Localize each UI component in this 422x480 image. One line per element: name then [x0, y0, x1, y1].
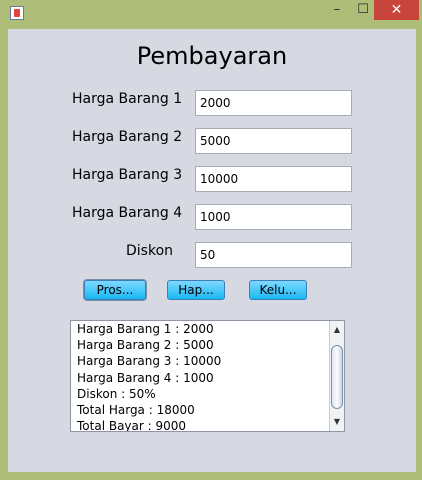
vertical-scrollbar[interactable]: ▲ ▼	[329, 321, 344, 431]
page-title: Pembayaran	[136, 42, 288, 70]
harga-barang-1-input[interactable]	[195, 90, 352, 116]
label-harga-barang-4: Harga Barang 4	[72, 205, 183, 221]
harga-barang-3-input[interactable]	[195, 166, 352, 192]
scroll-down-icon[interactable]: ▼	[330, 415, 344, 429]
label-harga-barang-2: Harga Barang 2	[72, 129, 183, 145]
output-line: Harga Barang 2 : 5000	[77, 338, 214, 353]
output-text: Harga Barang 1 : 2000 Harga Barang 2 : 5…	[77, 321, 222, 432]
label-harga-barang-3: Harga Barang 3	[72, 167, 183, 183]
output-line: Harga Barang 3 : 10000	[77, 354, 222, 369]
maximize-button[interactable]: ☐	[350, 0, 376, 20]
output-line: Diskon : 50%	[77, 386, 156, 401]
diskon-input[interactable]	[195, 242, 352, 268]
output-line: Harga Barang 1 : 2000	[77, 322, 214, 336]
minimize-button[interactable]: –	[324, 0, 350, 20]
java-icon	[10, 6, 24, 20]
title-bar: – ☐ ✕	[0, 0, 422, 28]
output-textarea[interactable]: Harga Barang 1 : 2000 Harga Barang 2 : 5…	[70, 320, 345, 432]
output-line: Harga Barang 4 : 1000	[77, 370, 214, 385]
delete-button[interactable]: Hap...	[167, 280, 225, 300]
exit-button[interactable]: Kelu...	[249, 280, 307, 300]
form-panel: Pembayaran Harga Barang 1 Harga Barang 2…	[8, 29, 416, 472]
output-line: Total Bayar : 9000	[77, 419, 187, 432]
process-button[interactable]: Pros...	[84, 280, 146, 300]
label-diskon: Diskon	[126, 243, 174, 259]
label-harga-barang-1: Harga Barang 1	[72, 91, 183, 107]
scroll-up-icon[interactable]: ▲	[330, 323, 344, 337]
close-button[interactable]: ✕	[374, 0, 419, 20]
harga-barang-4-input[interactable]	[195, 204, 352, 230]
harga-barang-2-input[interactable]	[195, 128, 352, 154]
output-line: Total Harga : 18000	[77, 403, 195, 418]
scroll-thumb[interactable]	[331, 345, 343, 409]
